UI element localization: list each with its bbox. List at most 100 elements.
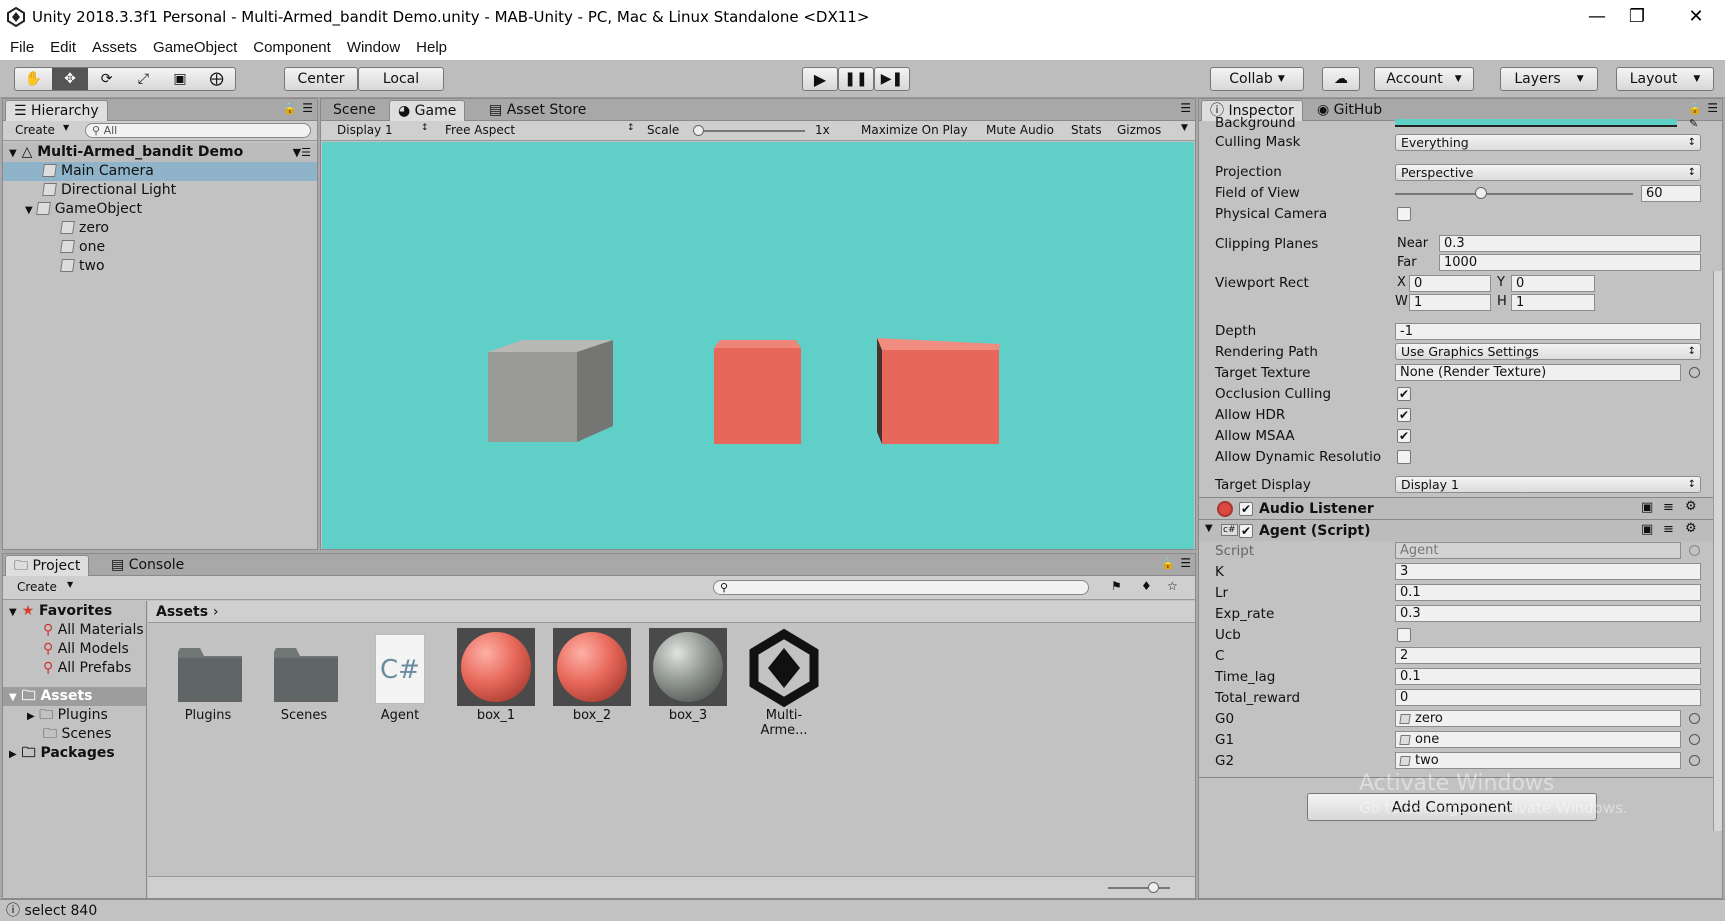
tab-game[interactable]: ◕ Game (389, 100, 466, 121)
asset-scene-file[interactable]: Multi-Arme... (744, 624, 824, 738)
mute-audio-toggle[interactable]: Mute Audio (986, 123, 1054, 137)
hierarchy-item-directional-light[interactable]: Directional Light (3, 181, 317, 200)
scale-tool-icon[interactable]: ⤢ (125, 71, 162, 87)
menu-file[interactable]: File (10, 39, 34, 56)
viewport-h-input[interactable]: 1 (1511, 294, 1595, 311)
fov-slider-handle[interactable] (1475, 187, 1487, 199)
asset-agent-script[interactable]: C# Agent (360, 624, 440, 723)
target-display-select[interactable]: Display 1 (1395, 476, 1701, 493)
rotate-tool-icon[interactable]: ⟳ (88, 71, 125, 87)
help-icon[interactable]: ▣ (1641, 500, 1653, 515)
layers-button[interactable]: Layers ▼ (1500, 67, 1598, 91)
asset-scenes[interactable]: Scenes (264, 624, 344, 723)
asset-plugins[interactable]: Plugins (168, 624, 248, 723)
pause-button[interactable]: ❚❚ (838, 67, 874, 91)
tab-console[interactable]: ▤ Console (103, 555, 192, 576)
breadcrumb-assets[interactable]: Assets (156, 604, 208, 620)
fov-input[interactable]: 60 (1641, 185, 1701, 202)
expand-icon[interactable]: ▶ (27, 711, 35, 722)
menu-icon[interactable]: ☰ (1180, 556, 1191, 570)
filter-type-icon[interactable]: ⚑ (1111, 579, 1122, 593)
hierarchy-create[interactable]: Create (15, 123, 55, 137)
agent-script-header[interactable]: ▼ c# ✔ Agent (Script) ▣ ≡ ⚙ (1199, 519, 1722, 541)
menu-edit[interactable]: Edit (50, 39, 76, 56)
asset-box-1[interactable]: box_1 (456, 624, 536, 723)
object-picker-icon[interactable] (1689, 755, 1700, 766)
object-picker-icon[interactable] (1689, 734, 1700, 745)
play-button[interactable]: ▶ (802, 67, 838, 91)
lock-icon[interactable]: 🔒 (283, 102, 297, 115)
tab-hierarchy[interactable]: ☰ Hierarchy (5, 100, 108, 121)
gear-icon[interactable]: ⚙ (1685, 521, 1697, 536)
expand-icon[interactable]: ▶ (9, 749, 17, 760)
object-picker-icon[interactable] (1689, 367, 1700, 378)
background-color-swatch[interactable] (1395, 119, 1677, 127)
asset-box-3[interactable]: box_3 (648, 624, 728, 723)
inspector-scrollbar[interactable] (1713, 271, 1722, 831)
field-total-reward-input[interactable]: 0 (1395, 689, 1701, 706)
occlusion-checkbox[interactable]: ✔ (1397, 387, 1411, 401)
hierarchy-search[interactable]: ⚲ All (85, 123, 311, 138)
preset-icon[interactable]: ≡ (1663, 522, 1674, 537)
field-exp-rate-input[interactable]: 0.3 (1395, 605, 1701, 622)
audio-listener-header[interactable]: ✔ Audio Listener ▣ ≡ ⚙ (1199, 497, 1722, 519)
icon-size-slider-handle[interactable] (1148, 882, 1159, 893)
scale-slider-handle[interactable] (693, 125, 704, 136)
packages-row[interactable]: ▶ 🗀 Packages (3, 744, 146, 763)
near-input[interactable]: 0.3 (1439, 235, 1701, 252)
fav-all-models[interactable]: ⚲ All Models (3, 640, 146, 659)
target-texture-field[interactable]: None (Render Texture) (1395, 364, 1681, 381)
dynres-checkbox[interactable] (1397, 450, 1411, 464)
hand-tool-icon[interactable]: ✋ (15, 71, 52, 87)
fov-slider[interactable] (1395, 193, 1633, 195)
agent-enabled-checkbox[interactable]: ✔ (1239, 524, 1253, 538)
expand-icon[interactable]: ▼ (1205, 523, 1213, 534)
pivot-local-button[interactable]: Local (358, 67, 444, 91)
fav-all-prefabs[interactable]: ⚲ All Prefabs (3, 659, 146, 678)
preset-icon[interactable]: ≡ (1663, 500, 1674, 515)
far-input[interactable]: 1000 (1439, 254, 1701, 271)
field-g0-input[interactable]: zero (1395, 710, 1681, 727)
tab-scene[interactable]: Scene (325, 100, 384, 121)
maximize-button[interactable]: ❐ (1617, 4, 1657, 30)
expand-icon[interactable]: ▼ (9, 148, 17, 159)
assets-row[interactable]: ▼ 🗀 Assets (3, 687, 146, 706)
display-select[interactable]: Display 1 (337, 123, 393, 137)
menu-help[interactable]: Help (416, 39, 447, 56)
field-ucb-checkbox[interactable] (1397, 628, 1411, 642)
star-icon[interactable]: ☆ (1167, 579, 1178, 593)
tab-project[interactable]: 🗀 Project (5, 555, 90, 576)
menu-gameobject[interactable]: GameObject (153, 39, 237, 56)
tab-github[interactable]: ◉ GitHub (1309, 100, 1390, 121)
favorites-row[interactable]: ▼ ★ Favorites (3, 602, 146, 621)
cloud-button[interactable]: ☁ (1322, 67, 1360, 91)
depth-input[interactable]: -1 (1395, 323, 1701, 340)
fav-all-materials[interactable]: ⚲ All Materials (3, 621, 146, 640)
close-button[interactable]: ✕ (1676, 4, 1716, 30)
field-k-input[interactable]: 3 (1395, 563, 1701, 580)
object-picker-icon[interactable] (1689, 713, 1700, 724)
hierarchy-item-gameobject[interactable]: ▼ GameObject (3, 200, 317, 219)
scene-menu-icon[interactable]: ▼☰ (293, 143, 311, 162)
menu-assets[interactable]: Assets (92, 39, 137, 56)
scene-row[interactable]: ▼ △ Multi-Armed_bandit Demo ▼☰ (3, 143, 317, 162)
physical-camera-checkbox[interactable] (1397, 207, 1411, 221)
rendering-path-select[interactable]: Use Graphics Settings (1395, 343, 1701, 360)
tree-plugins[interactable]: ▶ 🗀 Plugins (3, 706, 146, 725)
help-icon[interactable]: ▣ (1641, 522, 1653, 537)
audio-listener-enabled-checkbox[interactable]: ✔ (1239, 502, 1253, 516)
game-viewport[interactable] (322, 142, 1194, 549)
field-g1-input[interactable]: one (1395, 731, 1681, 748)
asset-box-2[interactable]: box_2 (552, 624, 632, 723)
pivot-center-button[interactable]: Center (284, 67, 358, 91)
hierarchy-item-main-camera[interactable]: Main Camera (3, 162, 317, 181)
scale-slider[interactable] (695, 130, 805, 132)
stats-toggle[interactable]: Stats (1071, 123, 1102, 137)
project-create[interactable]: Create (17, 580, 57, 594)
menu-icon[interactable]: ☰ (1707, 101, 1718, 115)
transform-tool-icon[interactable]: ⨁ (198, 71, 235, 87)
msaa-checkbox[interactable]: ✔ (1397, 429, 1411, 443)
lock-icon[interactable]: 🔒 (1688, 102, 1702, 115)
hdr-checkbox[interactable]: ✔ (1397, 408, 1411, 422)
culling-mask-select[interactable]: Everything (1395, 134, 1701, 151)
